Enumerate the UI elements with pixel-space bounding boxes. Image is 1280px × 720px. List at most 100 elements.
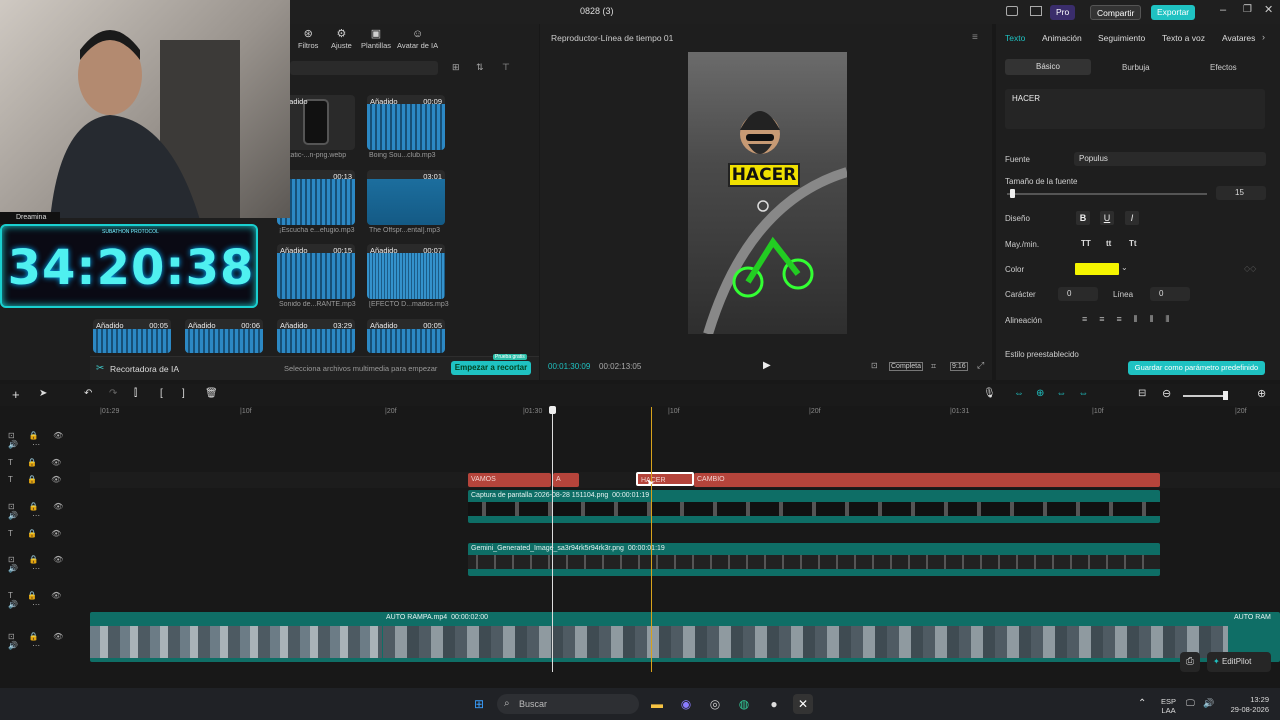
- delete-icon[interactable]: 🗑: [205, 388, 218, 399]
- play-icon[interactable]: ▶: [763, 360, 771, 371]
- chevron-right-icon[interactable]: ›: [1262, 32, 1265, 42]
- text-overlay-hacer[interactable]: HACER: [728, 163, 800, 187]
- clock[interactable]: 13:29 29-08-2026: [1225, 695, 1269, 715]
- trim-left-icon[interactable]: [: [160, 388, 163, 399]
- track-controls[interactable]: T 🔒 👁 🔊 ⋯: [8, 591, 88, 609]
- track-controls[interactable]: ⊡ 🔒 👁 🔊 ⋯: [8, 555, 88, 573]
- quality-button[interactable]: Completa: [889, 362, 923, 371]
- text-content-input[interactable]: HACER: [1005, 89, 1265, 129]
- close-icon[interactable]: ✕: [1264, 3, 1273, 16]
- alignment-icons[interactable]: ≡≡≡⫴⫴⫴: [1082, 314, 1181, 325]
- layout-icon[interactable]: [1006, 6, 1018, 16]
- taskbar-search[interactable]: ⌕ Buscar: [497, 694, 639, 714]
- timeline-ruler[interactable]: |01:29 |10f |20f |01:30 |10f |20f |01:31…: [90, 406, 1280, 420]
- track-controls[interactable]: T 🔒 👁: [8, 529, 88, 541]
- menu-icon[interactable]: ≡: [972, 32, 978, 43]
- pro-badge[interactable]: Pro: [1050, 5, 1076, 20]
- grid-view-icon[interactable]: ⊞: [452, 62, 460, 73]
- bold-icon[interactable]: B: [1076, 211, 1090, 225]
- fullscreen-icon[interactable]: ⤢: [977, 360, 984, 371]
- link-tools-icons[interactable]: ⇔⊕⇔⇔: [1014, 388, 1100, 399]
- zoom-in-icon[interactable]: ⊕: [1257, 387, 1266, 400]
- steam-icon[interactable]: ◎: [705, 694, 725, 714]
- filters-tab[interactable]: ⊛ Filtros: [298, 28, 318, 50]
- char-spacing-input[interactable]: 0: [1058, 287, 1098, 301]
- media-card[interactable]: Añadido 00:15: [277, 244, 355, 299]
- share-button[interactable]: Compartir: [1090, 5, 1142, 20]
- obs-icon[interactable]: ●: [764, 694, 784, 714]
- split-icon[interactable]: ⫿: [134, 388, 137, 399]
- start-cutting-button[interactable]: Empezar a recortar: [451, 361, 531, 375]
- add-track-icon[interactable]: +: [12, 387, 20, 402]
- maximize-icon[interactable]: ❐: [1243, 4, 1252, 15]
- tab-tracking[interactable]: Seguimiento: [1098, 33, 1145, 43]
- media-card[interactable]: Añadido 00:05: [367, 319, 445, 353]
- select-tool-icon[interactable]: ➤: [39, 388, 47, 399]
- discord-icon[interactable]: ◉: [676, 694, 696, 714]
- media-card[interactable]: Añadido 00:07: [367, 244, 445, 299]
- chevron-down-icon[interactable]: ⌄: [1121, 263, 1128, 272]
- line-spacing-input[interactable]: 0: [1150, 287, 1190, 301]
- uppercase-button[interactable]: TT: [1081, 239, 1091, 248]
- main-video-thumb[interactable]: [90, 626, 382, 658]
- track-controls[interactable]: ⊡ 🔒 👁 🔊 ⋯: [8, 502, 88, 520]
- main-video-thumb[interactable]: [383, 626, 1228, 658]
- text-clip-selected[interactable]: HACER: [636, 472, 694, 486]
- ai-avatar-tab[interactable]: ☺ Avatar de IA: [397, 28, 438, 50]
- minimize-icon[interactable]: –: [1220, 4, 1226, 16]
- crop-icon[interactable]: ⌗: [931, 361, 936, 372]
- chrome-icon[interactable]: ◍: [734, 694, 754, 714]
- zoom-out-icon[interactable]: ⊖: [1162, 387, 1171, 400]
- save-preset-button[interactable]: Guardar como parámetro predefinido: [1128, 361, 1265, 375]
- tab-animation[interactable]: Animación: [1042, 33, 1082, 43]
- titlecase-button[interactable]: Tt: [1129, 239, 1137, 248]
- subtab-bubble[interactable]: Burbuja: [1122, 63, 1150, 72]
- editpilot-button[interactable]: ✦ EditPilot: [1207, 652, 1271, 672]
- tab-avatars[interactable]: Avatares: [1222, 33, 1255, 43]
- media-card[interactable]: 03:01: [367, 170, 445, 225]
- track-controls[interactable]: ⊡ 🔒 👁 🔊 ⋯: [8, 431, 88, 449]
- lowercase-button[interactable]: tt: [1106, 239, 1111, 248]
- media-card[interactable]: Añadido 00:05: [93, 319, 171, 353]
- image-clip-gemini[interactable]: Gemini_Generated_Image_sa3r94rk5r94rk3r.…: [468, 543, 1160, 576]
- italic-icon[interactable]: I: [1125, 211, 1139, 225]
- track-controls[interactable]: T 🔒 👁: [8, 458, 88, 470]
- zoom-slider[interactable]: [1183, 395, 1228, 397]
- chevron-up-icon[interactable]: ⌃: [1138, 698, 1146, 709]
- media-search-input[interactable]: [290, 61, 438, 75]
- tab-tts[interactable]: Texto a voz: [1162, 33, 1205, 43]
- keyframe-icon[interactable]: ◇◇: [1244, 264, 1256, 273]
- track-controls[interactable]: ⊡ 🔒 👁 🔊 ⋯: [8, 632, 88, 650]
- size-slider-track[interactable]: [1007, 193, 1207, 195]
- tab-text[interactable]: Texto: [1005, 33, 1025, 43]
- text-clip[interactable]: CAMBIO: [694, 473, 1160, 487]
- volume-icon[interactable]: 🔊: [1203, 698, 1214, 709]
- video-preview[interactable]: [688, 52, 847, 334]
- media-card[interactable]: Añadido 00:09: [367, 95, 445, 150]
- folder-icon[interactable]: ▬: [647, 694, 667, 714]
- preview-axis-icon[interactable]: ⊟: [1138, 388, 1146, 399]
- subtab-basic[interactable]: Básico: [1005, 59, 1091, 75]
- panel-icon[interactable]: [1030, 6, 1042, 16]
- adjust-tab[interactable]: ⚙ Ajuste: [331, 28, 352, 50]
- text-clip[interactable]: VAMOS: [468, 473, 551, 487]
- media-card[interactable]: Añadido 00:06: [185, 319, 263, 353]
- image-clip-capture[interactable]: Captura de pantalla 2026-08-28 151104.pn…: [468, 490, 1160, 523]
- size-slider-handle[interactable]: [1010, 189, 1015, 198]
- snap-icon[interactable]: ⊡: [871, 361, 878, 370]
- redo-icon[interactable]: ↷: [109, 388, 117, 399]
- sort-icon[interactable]: ⇅: [476, 62, 484, 73]
- templates-tab[interactable]: ▣ Plantillas: [361, 28, 391, 50]
- network-icon[interactable]: 🖵: [1186, 698, 1195, 709]
- windows-start-icon[interactable]: ⊞: [469, 694, 489, 714]
- subtab-effects[interactable]: Efectos: [1210, 63, 1237, 72]
- mic-icon[interactable]: 🎙: [983, 388, 996, 399]
- track-controls[interactable]: T 🔒 👁: [8, 475, 88, 487]
- color-swatch[interactable]: [1075, 263, 1119, 275]
- ratio-button[interactable]: 9:16: [950, 362, 968, 371]
- export-button[interactable]: Exportar: [1151, 5, 1196, 20]
- size-input[interactable]: 15: [1216, 186, 1266, 200]
- underline-icon[interactable]: U: [1100, 211, 1114, 225]
- text-clip[interactable]: A: [553, 473, 579, 487]
- zoom-slider-handle[interactable]: [1223, 391, 1228, 400]
